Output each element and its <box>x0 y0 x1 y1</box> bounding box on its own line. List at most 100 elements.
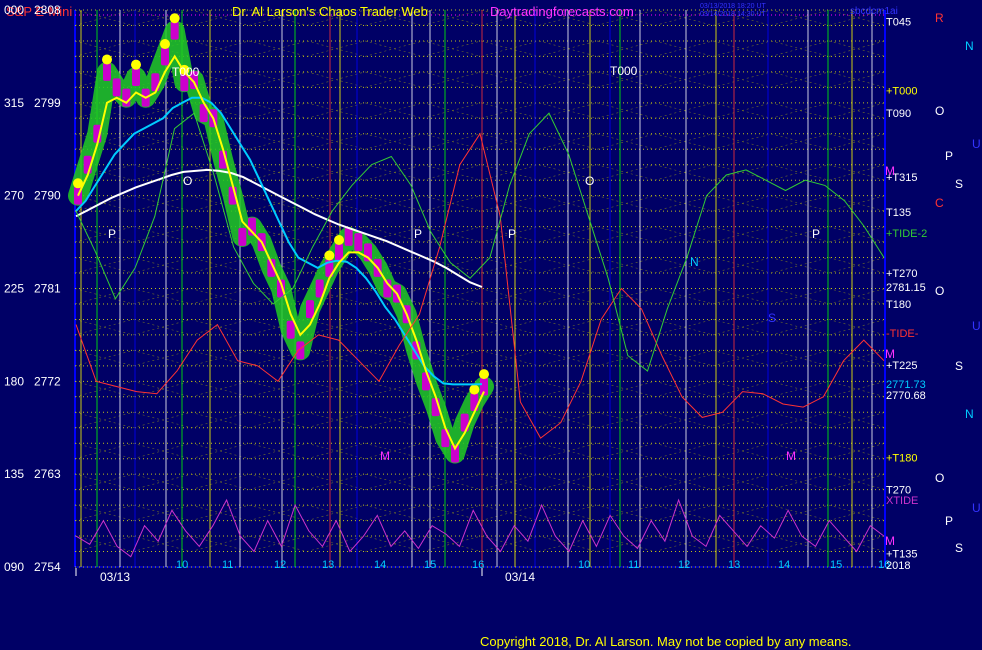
price-high-dot <box>169 13 180 24</box>
price-high-dot <box>469 384 480 395</box>
chart-annotation: M <box>786 449 796 463</box>
planet-glyph: S <box>955 541 963 555</box>
chaos-trader-chart: S&P E-Mini Dr. Al Larson's Chaos Trader W… <box>0 0 982 650</box>
y-tick-angle: 090 <box>4 560 24 574</box>
planet-glyph: R <box>935 11 944 25</box>
x-tick-label: 15 <box>830 559 842 571</box>
chart-annotation: P <box>108 227 116 241</box>
y-tick-angle: 135 <box>4 467 24 481</box>
x-tick-label: 13 <box>322 559 334 571</box>
right-price-label: T045 <box>886 16 911 28</box>
x-date-label: 03/13 <box>100 570 130 584</box>
timestamp-2: 03/14/2018 14:30 UT <box>700 11 766 18</box>
right-price-label: 2770.68 <box>886 390 926 402</box>
y-tick-angle: 180 <box>4 374 24 388</box>
planet-glyph: U <box>972 501 981 515</box>
right-price-label: +T180 <box>886 453 918 465</box>
right-price-label: +T000 <box>886 85 918 97</box>
chart-annotation: S <box>768 311 776 325</box>
chart-annotation: N <box>690 255 699 269</box>
price-high-dot <box>131 59 141 70</box>
chart-annotation: O <box>183 174 192 188</box>
planet-glyph: S <box>955 359 963 373</box>
y-tick-price: 2781 <box>34 282 61 296</box>
price-bar <box>296 341 305 360</box>
right-price-label: +T225 <box>886 360 918 372</box>
chart-annotation: T000 <box>172 65 200 79</box>
planet-glyph: C <box>935 196 944 210</box>
y-tick-price: 2772 <box>34 374 61 388</box>
chart-annotation: P <box>508 227 516 241</box>
x-tick-label: 10 <box>578 559 590 571</box>
right-price-label: -TIDE- <box>886 328 919 340</box>
y-tick-price: 2790 <box>34 189 61 203</box>
planet-glyph: N <box>965 39 974 53</box>
planet-glyph: M <box>885 164 895 178</box>
price-bar <box>132 68 140 87</box>
x-tick-label: 11 <box>628 559 639 571</box>
chart-annotation: P <box>414 227 422 241</box>
right-price-label: XTIDE <box>886 495 918 507</box>
x-tick-label: 13 <box>728 559 740 571</box>
price-bar <box>112 78 121 97</box>
planet-glyph: O <box>935 471 944 485</box>
right-price-label: T135 <box>886 207 911 219</box>
x-tick-label: 12 <box>678 559 690 571</box>
planet-glyph: U <box>972 137 981 151</box>
right-price-label: T180 <box>886 299 911 311</box>
site-url: Daytradingforecasts.com <box>490 4 634 19</box>
station-code: sbcdcm1ai <box>850 6 898 17</box>
y-tick-price: 2754 <box>34 560 61 574</box>
right-price-label: +T270 <box>886 268 918 280</box>
chart-annotation: T000 <box>610 64 638 78</box>
right-price-label: T090 <box>886 108 911 120</box>
price-high-dot <box>334 235 344 246</box>
y-tick-price: 2808 <box>34 3 61 17</box>
planet-glyph: P <box>945 149 953 163</box>
y-tick-angle: 225 <box>4 282 24 296</box>
price-bar <box>161 47 169 66</box>
planet-glyph: M <box>885 347 895 361</box>
price-bar <box>122 88 131 107</box>
site-title: Dr. Al Larson's Chaos Trader Web <box>232 4 428 19</box>
y-tick-angle: 000 <box>4 3 24 17</box>
x-date-label: 03/14 <box>505 570 535 584</box>
price-bar <box>354 233 363 252</box>
right-price-label: 2781.15 <box>886 282 926 294</box>
y-tick-angle: 315 <box>4 96 24 110</box>
price-high-dot <box>324 250 335 261</box>
price-bar <box>344 227 353 246</box>
x-tick-label: 15 <box>424 559 436 571</box>
price-bar <box>238 227 247 246</box>
x-tick-label: 10 <box>176 559 188 571</box>
price-bar <box>422 372 430 391</box>
planet-glyph: O <box>935 104 944 118</box>
price-high-dot <box>160 39 170 50</box>
copyright-notice: Copyright 2018, Dr. Al Larson. May not b… <box>480 634 852 649</box>
x-tick-label: 11 <box>222 559 233 571</box>
chart-annotation: O <box>585 174 594 188</box>
price-high-dot <box>102 54 112 65</box>
planet-glyph: U <box>972 319 981 333</box>
x-tick-label: 12 <box>274 559 286 571</box>
timestamp-1: 03/13/2018 18:20 UT <box>700 3 766 10</box>
price-bar <box>286 320 295 339</box>
planet-glyph: S <box>955 177 963 191</box>
y-tick-price: 2763 <box>34 467 61 481</box>
x-tick-label: 14 <box>778 559 790 571</box>
planet-glyph: N <box>965 407 974 421</box>
right-price-label: 2018 <box>886 560 910 572</box>
chart-annotation: M <box>380 449 390 463</box>
y-tick-price: 2799 <box>34 96 61 110</box>
price-high-dot <box>479 369 489 380</box>
planet-glyph: P <box>945 514 953 528</box>
planet-glyph: M <box>885 534 895 548</box>
y-tick-angle: 270 <box>4 189 24 203</box>
price-bar <box>103 62 111 81</box>
price-bar <box>306 300 314 319</box>
planet-glyph: O <box>935 284 944 298</box>
right-price-label: +T135 <box>886 549 918 561</box>
chart-annotation: P <box>812 227 820 241</box>
x-tick-label: 14 <box>374 559 386 571</box>
price-bar <box>170 21 179 40</box>
